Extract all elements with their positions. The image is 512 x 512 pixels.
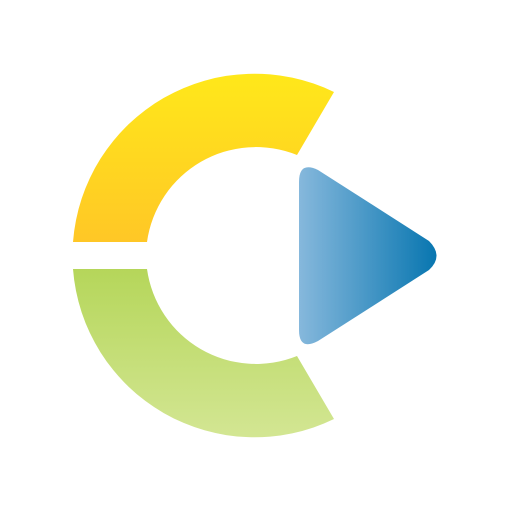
c-play-logo-icon bbox=[73, 73, 437, 438]
play-triangle bbox=[299, 167, 437, 345]
top-arc-segment bbox=[73, 73, 334, 242]
app-logo bbox=[0, 0, 512, 512]
bottom-arc-segment bbox=[73, 269, 334, 438]
